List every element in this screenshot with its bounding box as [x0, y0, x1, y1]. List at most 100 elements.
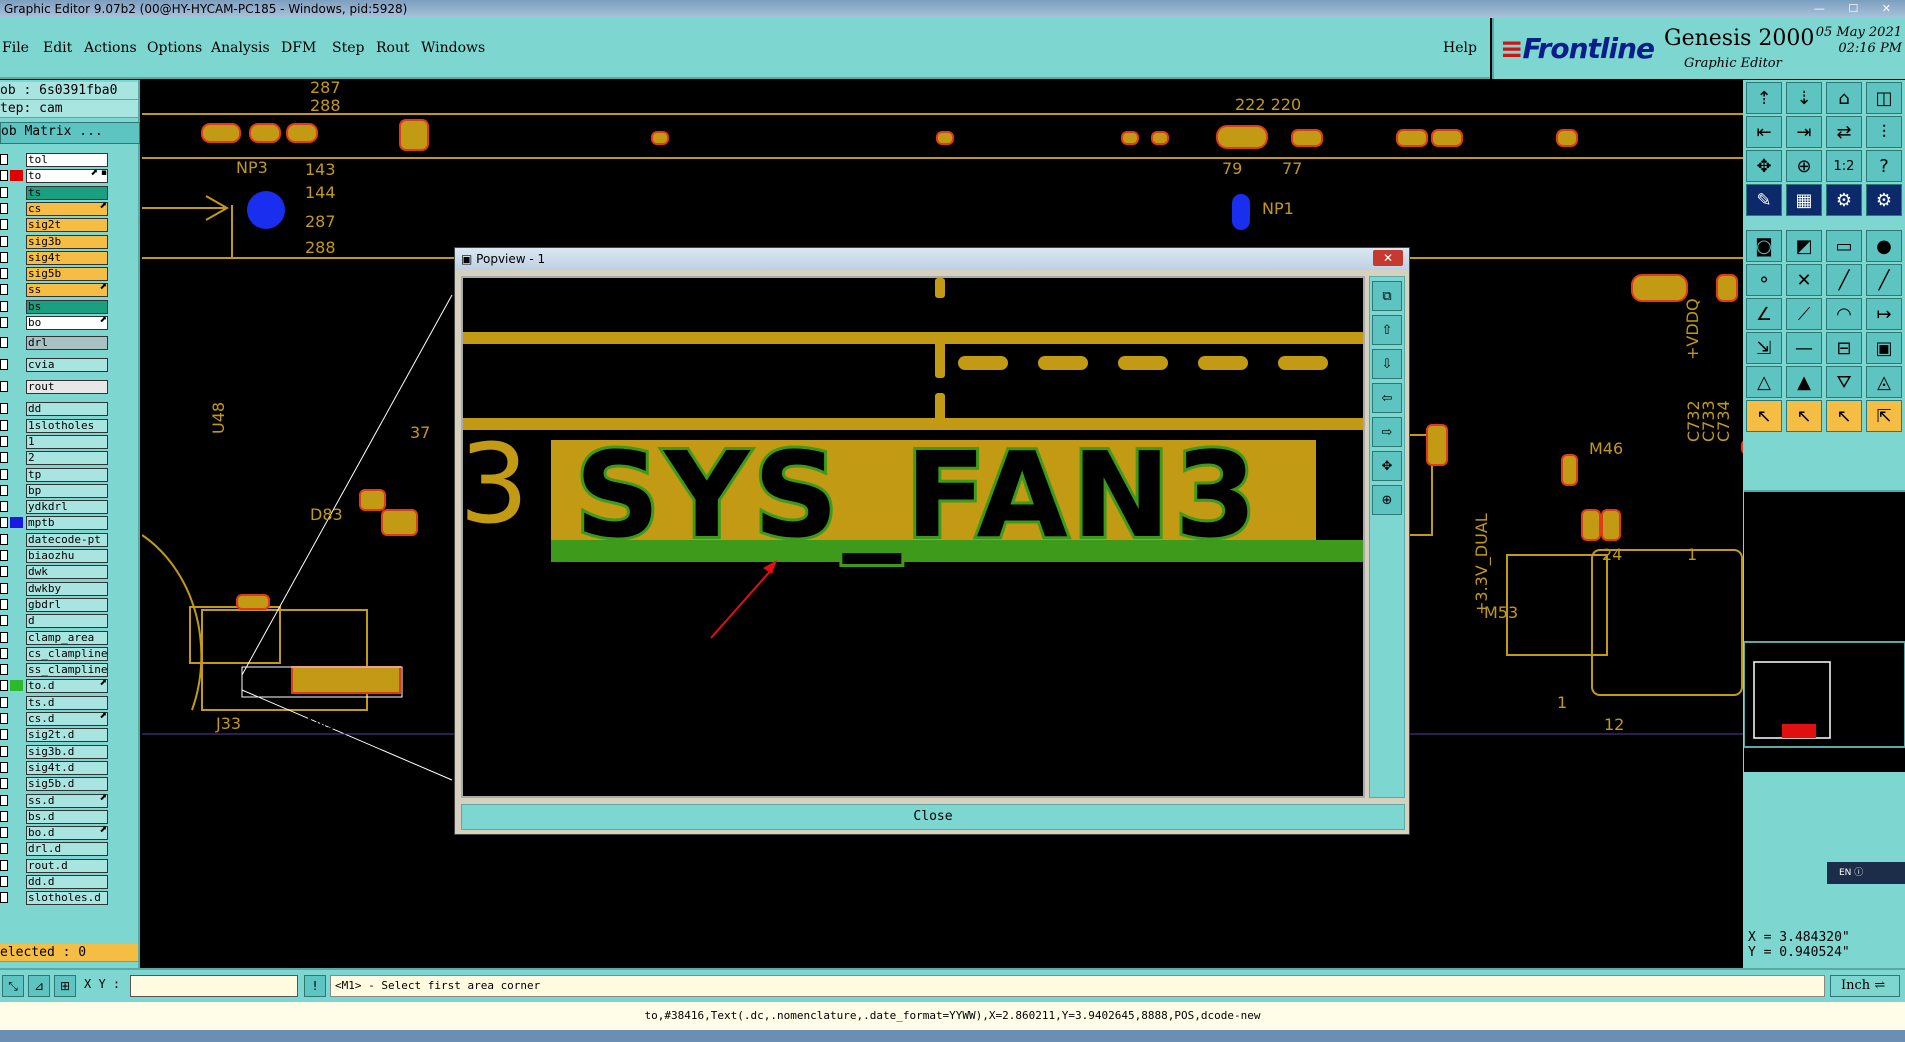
layer-row[interactable]: drl.d — [0, 841, 110, 857]
split-icon[interactable]: ⫶ — [1866, 116, 1902, 148]
layer-name[interactable]: cvia — [26, 358, 108, 373]
popview-right-icon[interactable]: ⇨ — [1372, 417, 1402, 447]
layer-row[interactable]: bs — [0, 299, 110, 314]
layer-name[interactable]: gbdrl — [26, 597, 108, 612]
tri4-icon[interactable]: ◬ — [1866, 366, 1902, 398]
menu-dfm[interactable]: DFM — [281, 40, 316, 56]
layer-name[interactable]: cs_clampline — [26, 646, 108, 661]
layer-row[interactable]: drl — [0, 335, 110, 351]
menu-file[interactable]: File — [2, 40, 29, 56]
layer-row[interactable]: ss.d ⬈ — [0, 793, 110, 808]
help-icon[interactable]: ? — [1866, 150, 1902, 182]
layer-name[interactable]: d — [26, 614, 108, 629]
layer-name[interactable]: datecode-pt — [26, 532, 108, 547]
layer-checkbox[interactable] — [0, 452, 8, 464]
menu-actions[interactable]: Actions — [84, 40, 137, 56]
pen-icon[interactable]: ✎ — [1746, 184, 1782, 216]
layer-row[interactable]: cs_clampline — [0, 646, 110, 661]
job-matrix-button[interactable]: ob Matrix ... — [0, 122, 140, 144]
layer-name[interactable]: bs — [26, 299, 108, 314]
xy-input[interactable] — [130, 975, 298, 997]
layer-checkbox[interactable] — [0, 550, 8, 561]
layer-name[interactable]: sig5b.d — [26, 777, 108, 792]
layer-row[interactable]: bo.d ⬈ — [0, 825, 110, 841]
layers-icon[interactable]: ◫ — [1866, 82, 1902, 114]
layer-name[interactable]: ts — [26, 185, 108, 200]
line2-icon[interactable]: ╱ — [1866, 264, 1902, 296]
snap-icon[interactable]: ⤡ — [2, 975, 24, 997]
overview-map[interactable] — [1743, 490, 1905, 772]
layer-row[interactable]: ydkdrl — [0, 499, 110, 515]
layer-name[interactable]: sig4t — [26, 250, 108, 265]
layer-name[interactable]: slotholes.d — [26, 891, 108, 906]
popview-center-icon[interactable]: ⊕ — [1372, 485, 1402, 515]
layer-row[interactable]: sig4t.d — [0, 760, 110, 775]
layer-name[interactable]: sig3b.d — [26, 744, 108, 759]
layer-name[interactable]: ss_clampline — [26, 663, 108, 678]
layer-checkbox[interactable] — [0, 501, 8, 513]
layer-name[interactable]: to.d — [26, 679, 108, 694]
layer-checkbox[interactable] — [0, 170, 8, 182]
units-select[interactable]: Inch ⇌ — [1830, 975, 1900, 997]
layer-checkbox[interactable] — [0, 647, 8, 659]
layer-row[interactable]: tp — [0, 467, 110, 482]
layer-row[interactable]: datecode-pt — [0, 532, 110, 547]
layer-checkbox[interactable] — [0, 696, 8, 708]
layer-checkbox[interactable] — [0, 251, 8, 263]
layer-checkbox[interactable] — [0, 435, 8, 447]
swap-icon[interactable]: ⇄ — [1826, 116, 1862, 148]
popview-close-button[interactable]: Close — [461, 804, 1405, 830]
alert-icon[interactable]: ! — [304, 975, 326, 997]
layer-row[interactable]: sig3b.d — [0, 744, 110, 759]
layer-name[interactable]: 1 — [26, 434, 108, 449]
layer-row[interactable]: d — [0, 613, 110, 629]
layer-checkbox[interactable] — [0, 381, 8, 393]
layer-row[interactable]: dwk — [0, 564, 110, 580]
layer-row[interactable]: 1slotholes — [0, 418, 110, 433]
popview-up-icon[interactable]: ⇧ — [1372, 315, 1402, 345]
layer-name[interactable]: dd — [26, 402, 108, 417]
layer-name[interactable]: dd.d — [26, 875, 108, 889]
layer-name[interactable]: sig5b — [26, 267, 108, 282]
popview-down-icon[interactable]: ⇩ — [1372, 349, 1402, 379]
snap-icon[interactable]: ⚙ — [1826, 184, 1862, 216]
layer-checkbox[interactable] — [0, 468, 8, 480]
grid-icon[interactable]: ⊞ — [54, 975, 76, 997]
layer-row[interactable]: sig4t — [0, 250, 110, 265]
layer-checkbox[interactable] — [0, 794, 8, 806]
layer-row[interactable]: sig2t — [0, 217, 110, 233]
left-icon[interactable]: ⇤ — [1746, 116, 1782, 148]
layer-name[interactable]: ydkdrl — [26, 500, 108, 515]
measure-icon[interactable]: ⊿ — [28, 975, 50, 997]
layer-name[interactable]: bs.d — [26, 809, 108, 824]
layer-row[interactable]: gbdrl — [0, 597, 110, 612]
layer-checkbox[interactable] — [0, 268, 8, 280]
menu-rout[interactable]: Rout — [376, 40, 410, 56]
grid-icon[interactable]: ▦ — [1786, 184, 1822, 216]
diag-icon[interactable]: ⟋ — [1786, 298, 1822, 330]
layer-name[interactable]: tp — [26, 467, 108, 482]
select-icon[interactable]: ◩ — [1786, 230, 1822, 262]
popview-zoom-icon[interactable]: ⧉ — [1372, 281, 1402, 311]
measure-icon[interactable]: ⊟ — [1826, 332, 1862, 364]
move-icon[interactable]: ⇲ — [1746, 332, 1782, 364]
layer-row[interactable]: cvia — [0, 357, 110, 373]
layer-name[interactable]: biaozhu — [26, 549, 108, 563]
segment-icon[interactable]: — — [1786, 332, 1822, 364]
layer-name[interactable]: mptb — [26, 516, 108, 531]
layer-checkbox[interactable] — [0, 713, 8, 724]
line-icon[interactable]: ╱ — [1826, 264, 1862, 296]
layer-row[interactable]: rout.d — [0, 858, 110, 873]
popview-titlebar[interactable]: ▣ Popview - 1 ✕ — [455, 248, 1409, 270]
ruler-icon[interactable]: ▭ — [1826, 230, 1862, 262]
layer-name[interactable]: bo — [26, 316, 108, 330]
layer-checkbox[interactable] — [0, 284, 8, 296]
home-down-icon[interactable]: ⇣ — [1786, 82, 1822, 114]
menu-options[interactable]: Options — [147, 40, 202, 56]
layer-checkbox[interactable] — [0, 186, 8, 198]
layer-name[interactable]: bp — [26, 483, 108, 498]
layer-checkbox[interactable] — [0, 235, 8, 247]
layer-checkbox[interactable] — [0, 533, 8, 545]
layer-checkbox[interactable] — [0, 631, 8, 643]
layer-checkbox[interactable] — [0, 827, 8, 839]
